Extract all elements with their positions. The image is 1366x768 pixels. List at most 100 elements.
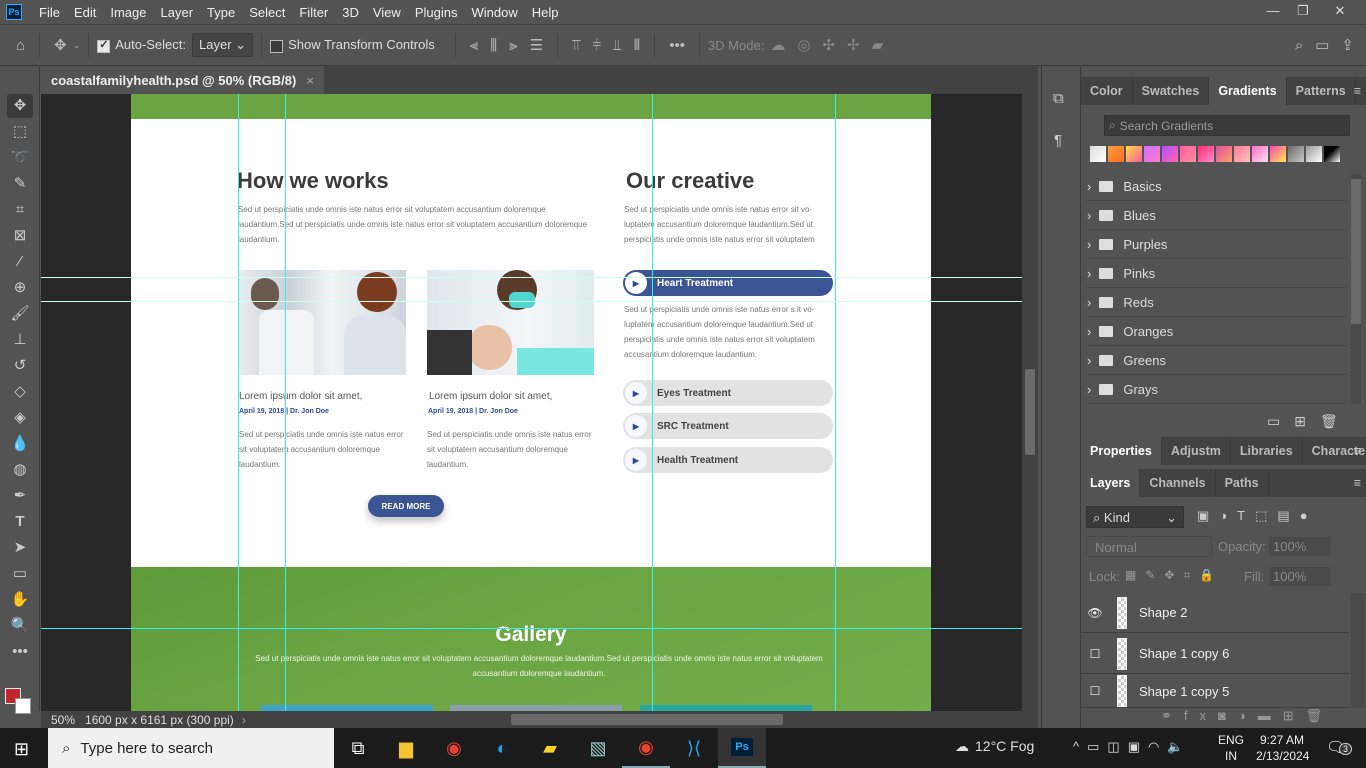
menu-help[interactable]: Help bbox=[525, 5, 566, 20]
gradient-swatch[interactable] bbox=[1162, 146, 1178, 162]
quick-select-tool[interactable]: ✎ bbox=[7, 172, 33, 196]
visibility-toggle[interactable]: ☐ bbox=[1081, 647, 1109, 661]
fill-input[interactable]: 100% bbox=[1269, 567, 1331, 586]
document-tab[interactable]: coastalfamilyhealth.psd @ 50% (RGB/8) × bbox=[41, 66, 324, 94]
distribute-icon[interactable]: ☰ bbox=[530, 36, 543, 54]
read-more-button[interactable]: READ MORE bbox=[368, 495, 444, 517]
delete-icon[interactable]: 🗑 bbox=[1320, 413, 1352, 429]
task-view-icon[interactable]: ⧉ bbox=[334, 728, 382, 768]
gradient-swatch[interactable] bbox=[1198, 146, 1214, 162]
file-explorer-icon[interactable]: ▆ bbox=[382, 728, 430, 768]
gradient-folder-basics[interactable]: › Basics bbox=[1087, 173, 1347, 201]
layer-row[interactable]: 👁 Shape 2 bbox=[1081, 593, 1349, 633]
tab-properties[interactable]: Properties bbox=[1081, 437, 1162, 465]
blur-tool[interactable]: 💧 bbox=[7, 432, 33, 456]
layer-row[interactable]: ☐ Shape 1 copy 6 bbox=[1081, 634, 1349, 674]
3d-pan-icon[interactable]: ✣ bbox=[822, 36, 835, 54]
paint-bucket-tool[interactable]: ◈ bbox=[7, 406, 33, 430]
accordion-health-treatment[interactable]: ▶ Health Treatment bbox=[623, 447, 833, 473]
accordion-eyes-treatment[interactable]: ▶ Eyes Treatment bbox=[623, 380, 833, 406]
guide-horizontal[interactable] bbox=[41, 628, 1022, 629]
eyedropper-tool[interactable]: ⁄ bbox=[7, 250, 33, 274]
lasso-tool[interactable]: ➰ bbox=[7, 146, 33, 170]
3d-roll-icon[interactable]: ◎ bbox=[797, 36, 810, 54]
document-info[interactable]: 1600 px x 6161 px (300 ppi) bbox=[85, 713, 234, 727]
align-bottom-icon[interactable]: ⫫ bbox=[613, 37, 621, 54]
zoom-tool[interactable]: 🔍 bbox=[7, 614, 33, 638]
close-window-button[interactable]: ✕ bbox=[1325, 0, 1355, 22]
clock[interactable]: 9:27 AM 2/13/2024 bbox=[1256, 732, 1309, 764]
sticky-notes-icon[interactable]: ▰ bbox=[526, 728, 574, 768]
menu-type[interactable]: Type bbox=[200, 5, 242, 20]
taskbar-search-box[interactable]: ⌕ Type here to search bbox=[48, 728, 334, 768]
menu-view[interactable]: View bbox=[366, 5, 408, 20]
tab-channels[interactable]: Channels bbox=[1140, 469, 1216, 497]
distribute-vertical-icon[interactable]: ⦀ bbox=[634, 37, 641, 54]
lock-position-icon[interactable]: ✥ bbox=[1164, 568, 1183, 582]
type-filter-icon[interactable]: T bbox=[1237, 508, 1255, 523]
brush-tool[interactable]: 🖌 bbox=[7, 302, 33, 326]
eye-icon[interactable]: 👁 bbox=[1081, 606, 1109, 620]
layers-scrollbar[interactable] bbox=[1351, 593, 1365, 708]
auto-select-dropdown[interactable]: Layer ⌄ bbox=[192, 33, 254, 57]
guide-horizontal[interactable] bbox=[41, 277, 1022, 278]
vertical-scrollbar[interactable] bbox=[1022, 94, 1038, 711]
more-options-icon[interactable]: ••• bbox=[669, 37, 685, 54]
camera-icon[interactable]: ◫ bbox=[1107, 739, 1127, 754]
panel-menu-icon[interactable]: ≡ bbox=[1354, 437, 1361, 465]
post-author[interactable]: Dr. Jon Doe bbox=[290, 408, 329, 415]
layer-filter-dropdown[interactable]: ⌕ Kind ⌄ bbox=[1086, 506, 1184, 528]
close-tab-icon[interactable]: × bbox=[306, 73, 314, 88]
gradient-folder-oranges[interactable]: › Oranges bbox=[1087, 318, 1347, 346]
gradient-folder-greens[interactable]: › Greens bbox=[1087, 347, 1347, 375]
edge-icon[interactable]: ◐ bbox=[478, 728, 526, 768]
post-author[interactable]: Dr. Jon Doe bbox=[479, 408, 518, 415]
menu-edit[interactable]: Edit bbox=[67, 5, 103, 20]
language-indicator[interactable]: ENG IN bbox=[1218, 732, 1244, 764]
stamp-tool[interactable]: ⊥ bbox=[7, 328, 33, 352]
share-icon[interactable]: ⇪ bbox=[1341, 36, 1354, 54]
gradients-scrollbar[interactable] bbox=[1351, 174, 1361, 404]
chrome-icon[interactable]: ◉ bbox=[430, 728, 478, 768]
fx-icon[interactable]: fx bbox=[1184, 708, 1218, 723]
align-vcenter-icon[interactable]: ⫩ bbox=[593, 37, 602, 54]
show-hidden-icons[interactable]: ^ bbox=[1073, 739, 1087, 754]
show-transform-checkbox[interactable]: Show Transform Controls bbox=[270, 37, 435, 53]
gradient-folder-purples[interactable]: › Purples bbox=[1087, 231, 1347, 259]
move-tool[interactable]: ✥ bbox=[7, 94, 33, 118]
restore-button[interactable]: ❐ bbox=[1288, 0, 1318, 22]
history-panel-icon[interactable]: ⧉ bbox=[1053, 90, 1064, 107]
smart-object-filter-icon[interactable]: ▤ bbox=[1277, 508, 1299, 523]
home-icon[interactable]: ⌂ bbox=[16, 37, 25, 54]
history-brush-tool[interactable]: ↺ bbox=[7, 354, 33, 378]
accordion-heart-treatment[interactable]: ▶ Heart Treatment bbox=[623, 270, 833, 296]
hand-tool[interactable]: ✋ bbox=[7, 588, 33, 612]
new-layer-icon[interactable]: ⊞ bbox=[1283, 708, 1306, 723]
align-right-icon[interactable]: ⫸ bbox=[509, 37, 517, 54]
horizontal-scrollbar-thumb[interactable] bbox=[511, 714, 783, 725]
dodge-tool[interactable]: ◍ bbox=[7, 458, 33, 482]
menu-window[interactable]: Window bbox=[464, 5, 524, 20]
new-group-icon[interactable]: ▬ bbox=[1258, 708, 1283, 723]
layer-row[interactable]: ☐ Shape 1 copy 5 bbox=[1081, 675, 1349, 708]
zoom-level[interactable]: 50% bbox=[41, 713, 85, 727]
tab-gradients[interactable]: Gradients bbox=[1209, 77, 1287, 105]
menu-3d[interactable]: 3D bbox=[335, 5, 366, 20]
frame-tool[interactable]: ⊠ bbox=[7, 224, 33, 248]
gradient-folder-pinks[interactable]: › Pinks bbox=[1087, 260, 1347, 288]
accordion-src-treatment[interactable]: ▶ SRC Treatment bbox=[623, 413, 833, 439]
eraser-tool[interactable]: ◇ bbox=[7, 380, 33, 404]
gradient-swatch[interactable] bbox=[1324, 146, 1340, 162]
gradient-swatch[interactable] bbox=[1108, 146, 1124, 162]
battery-icon[interactable]: ▭ bbox=[1087, 739, 1107, 754]
new-gradient-icon[interactable]: ⊞ bbox=[1294, 413, 1320, 429]
new-group-icon[interactable]: ▭ bbox=[1267, 413, 1294, 429]
pen-tool[interactable]: ✒ bbox=[7, 484, 33, 508]
lock-all-icon[interactable]: 🔒 bbox=[1199, 568, 1223, 582]
search-gradients-input[interactable]: ⌕ Search Gradients bbox=[1104, 115, 1350, 136]
move-tool-icon[interactable]: ✥ bbox=[54, 36, 67, 54]
panel-menu-icon[interactable]: ≡ bbox=[1354, 77, 1361, 105]
guide-vertical[interactable] bbox=[835, 94, 836, 711]
gradient-swatch[interactable] bbox=[1126, 146, 1142, 162]
weather-widget[interactable]: ☁ 12°C Fog bbox=[955, 738, 1034, 755]
